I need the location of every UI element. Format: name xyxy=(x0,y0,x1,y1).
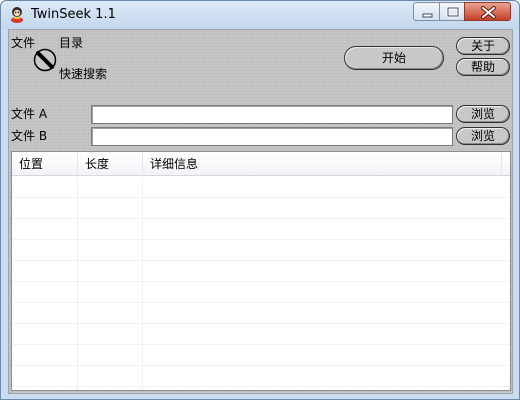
minimize-button[interactable] xyxy=(413,2,440,21)
file-a-label: 文件 A xyxy=(11,107,48,121)
maximize-icon xyxy=(446,6,460,18)
about-button[interactable]: 关于 xyxy=(456,37,510,55)
help-button[interactable]: 帮助 xyxy=(456,58,510,76)
mode-dial-icon[interactable] xyxy=(33,48,57,72)
app-window: TwinSeek 1.1 文件 目录 快速搜索 开始 关于 帮助 文件 A 浏览… xyxy=(0,0,520,400)
column-header-position[interactable]: 位置 xyxy=(12,152,78,176)
results-header: 位置 长度 详细信息 xyxy=(12,152,510,176)
mode-file-label[interactable]: 文件 xyxy=(11,36,35,50)
title-bar[interactable]: TwinSeek 1.1 xyxy=(1,1,519,29)
start-button[interactable]: 开始 xyxy=(344,46,444,70)
window-title: TwinSeek 1.1 xyxy=(31,7,116,22)
file-b-input[interactable] xyxy=(91,127,453,146)
minimize-icon xyxy=(422,13,433,18)
maximize-button[interactable] xyxy=(439,2,465,21)
close-icon xyxy=(481,6,496,19)
browse-file-a-button[interactable]: 浏览 xyxy=(456,105,510,123)
client-area: 文件 目录 快速搜索 开始 关于 帮助 文件 A 浏览 文件 B 浏览 位置 长… xyxy=(8,29,513,394)
column-header-length[interactable]: 长度 xyxy=(78,152,143,176)
file-b-label: 文件 B xyxy=(11,129,48,143)
file-a-input[interactable] xyxy=(91,105,453,124)
browse-file-b-button[interactable]: 浏览 xyxy=(456,127,510,145)
mode-directory-label[interactable]: 目录 xyxy=(59,36,83,50)
app-icon xyxy=(9,6,25,23)
results-list[interactable]: 位置 长度 详细信息 xyxy=(11,151,511,391)
mode-quick-search-label[interactable]: 快速搜索 xyxy=(59,67,107,81)
close-button[interactable] xyxy=(464,2,511,21)
results-body[interactable] xyxy=(12,177,510,390)
column-header-details[interactable]: 详细信息 xyxy=(143,152,502,176)
